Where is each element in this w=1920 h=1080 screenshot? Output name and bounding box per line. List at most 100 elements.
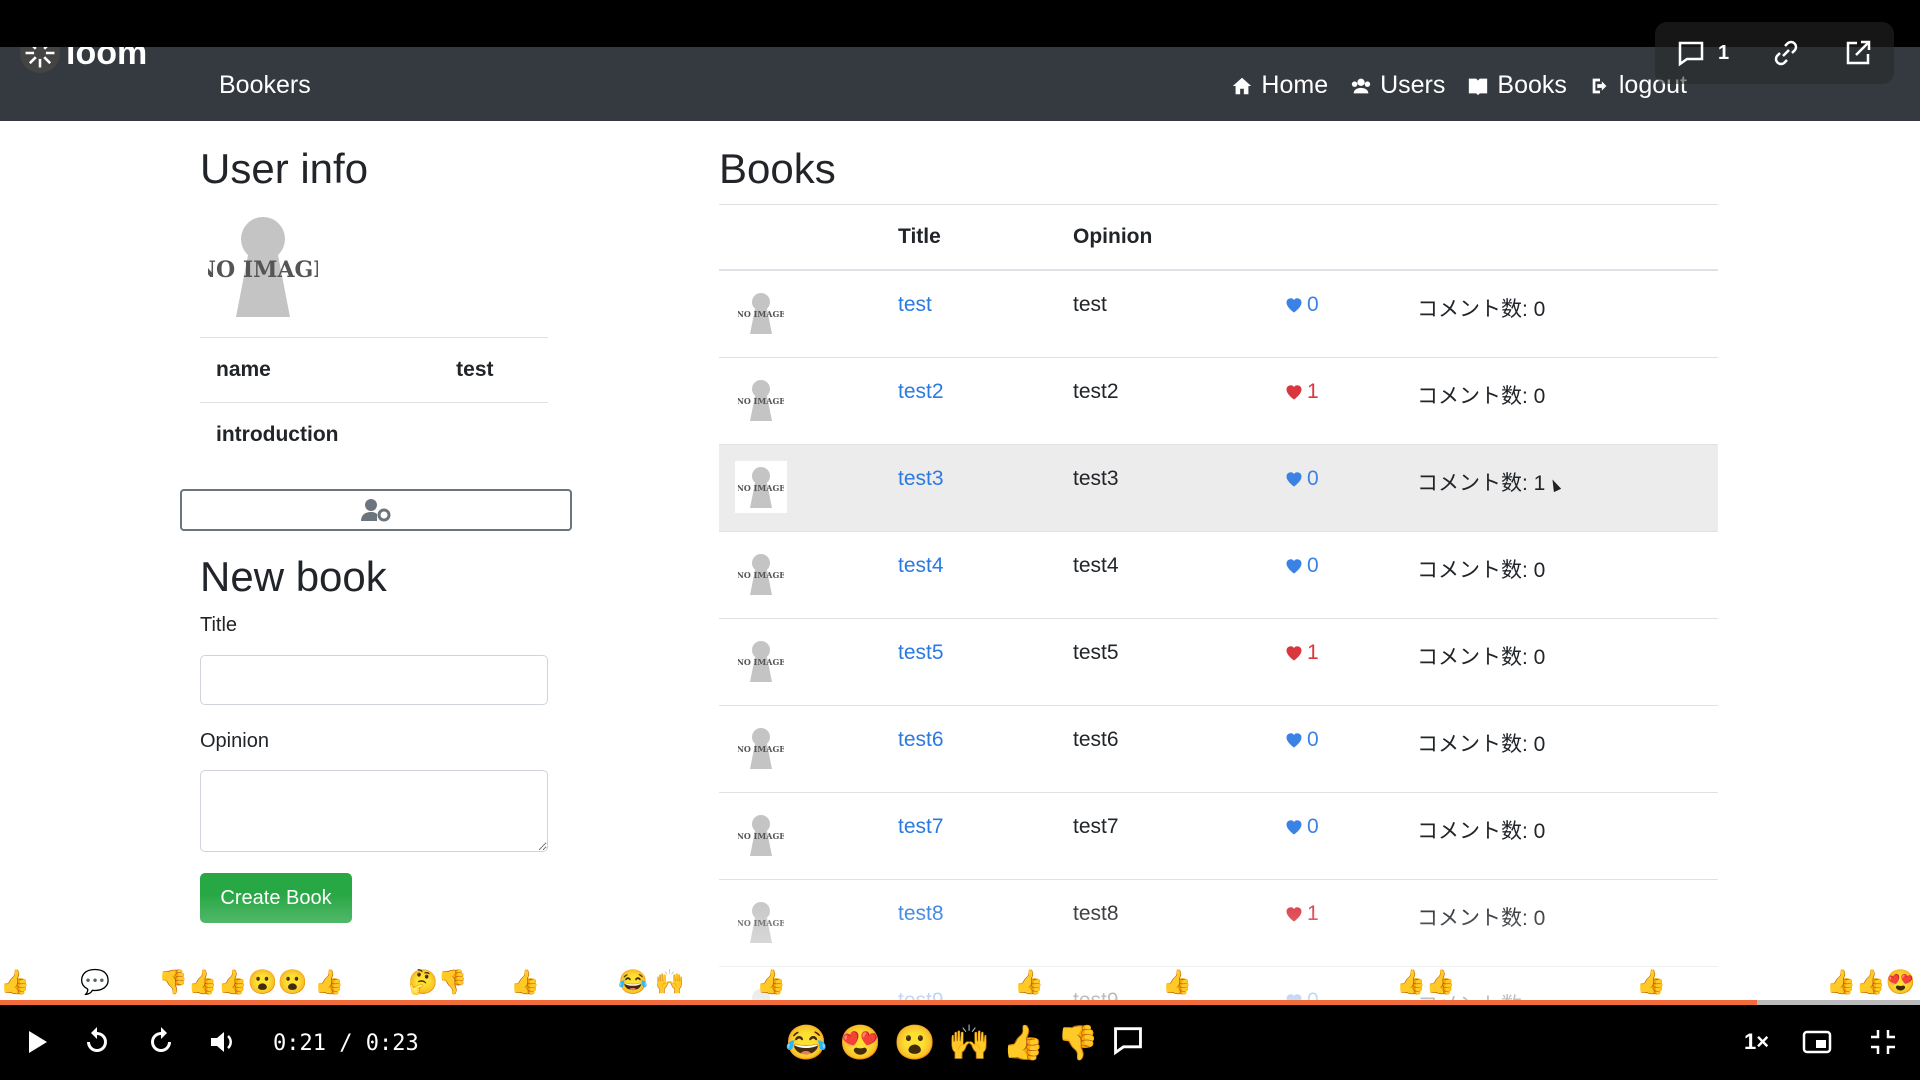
volume-button[interactable]: [208, 1027, 238, 1062]
nav-books[interactable]: Books: [1467, 71, 1567, 100]
comment-count-text: コメント数: 0: [1417, 733, 1546, 756]
heart-icon: [1286, 820, 1302, 835]
book-title-link[interactable]: test3: [898, 467, 944, 491]
nav-users-label: Users: [1380, 71, 1446, 99]
like-count: 1: [1307, 380, 1319, 403]
book-thumbnail[interactable]: NO IMAGE: [735, 461, 787, 513]
users-icon: [1351, 78, 1371, 93]
svg-text:NO IMAGE: NO IMAGE: [738, 570, 784, 580]
nav-users[interactable]: Users: [1350, 71, 1445, 100]
timeline-comment-marker[interactable]: 💬: [80, 968, 110, 997]
book-title-link[interactable]: test: [898, 293, 932, 317]
svg-text:NO IMAGE: NO IMAGE: [738, 831, 784, 841]
time-display: 0:21 / 0:23: [273, 1031, 419, 1056]
user-name-value: test: [440, 337, 548, 403]
book-thumbnail[interactable]: NO IMAGE: [735, 722, 787, 774]
book-title-input[interactable]: [200, 655, 548, 705]
book-opinion: test6: [1073, 728, 1119, 751]
reaction-thumbs-down[interactable]: 👎: [1057, 1023, 1099, 1063]
edit-user-button[interactable]: [180, 489, 572, 531]
header-title: Title: [898, 225, 941, 248]
book-opinion-textarea[interactable]: [200, 770, 548, 852]
book-title-link[interactable]: test4: [898, 554, 944, 578]
no-image-thumbnail: NO IMAGE: [738, 554, 784, 595]
book-title-link[interactable]: test7: [898, 815, 944, 839]
nav-home[interactable]: Home: [1231, 71, 1328, 100]
book-thumbnail[interactable]: NO IMAGE: [735, 287, 787, 339]
reaction-heart-eyes[interactable]: 😍: [839, 1023, 881, 1063]
forward-5-button[interactable]: [146, 1027, 176, 1062]
no-image-thumbnail: NO IMAGE: [738, 728, 784, 769]
nav-books-label: Books: [1497, 71, 1567, 99]
like-count: 0: [1307, 293, 1319, 316]
user-info-table: name test introduction: [200, 337, 548, 467]
like-button[interactable]: 1: [1283, 380, 1319, 404]
exit-fullscreen-button[interactable]: [1868, 1027, 1898, 1062]
like-button[interactable]: 0: [1283, 554, 1319, 578]
timeline-reaction: 🤔👎: [408, 969, 468, 996]
brand-link[interactable]: Bookers: [219, 71, 311, 100]
reaction-laugh[interactable]: 😂: [785, 1023, 827, 1063]
heart-icon: [1286, 646, 1302, 661]
reaction-raise-hands[interactable]: 🙌: [948, 1023, 990, 1063]
comments-button[interactable]: 1: [1676, 38, 1729, 68]
comment-count-text: コメント数: 0: [1417, 385, 1546, 408]
rewind-5-button[interactable]: [82, 1027, 112, 1062]
comment-count: 1: [1717, 41, 1730, 64]
svg-text:NO IMAGE: NO IMAGE: [738, 744, 784, 754]
like-count: 0: [1307, 467, 1319, 490]
reaction-bar: 😂 😍 😮 🙌 👍 👎: [785, 1023, 1145, 1063]
like-button[interactable]: 0: [1283, 728, 1319, 752]
book-row: NO IMAGE test5 test5 1 コメント数: 0: [719, 619, 1718, 706]
reaction-wow[interactable]: 😮: [894, 1023, 936, 1063]
player-top-actions: 1: [1655, 22, 1894, 84]
like-button[interactable]: 0: [1283, 467, 1319, 491]
book-opinion: test5: [1073, 641, 1119, 664]
book-title-link[interactable]: test5: [898, 641, 944, 665]
like-button[interactable]: 0: [1283, 293, 1319, 317]
comment-count-text: コメント数: 0: [1417, 820, 1546, 843]
play-icon: [29, 1031, 47, 1053]
book-opinion: test4: [1073, 554, 1119, 577]
playback-speed-button[interactable]: 1×: [1744, 1029, 1769, 1055]
no-image-thumbnail: NO IMAGE: [738, 293, 784, 334]
loom-logo: loom: [20, 47, 147, 73]
book-row: NO IMAGE test2 test2 1 コメント数: 0: [719, 358, 1718, 445]
book-row: NO IMAGE test4 test4 0 コメント数: 0: [719, 532, 1718, 619]
like-button[interactable]: 1: [1283, 641, 1319, 665]
open-external-icon[interactable]: [1843, 38, 1873, 68]
forward-5-icon: [151, 1027, 171, 1052]
book-row: NO IMAGE test6 test6 0 コメント数: 0: [719, 706, 1718, 793]
comment-count-text: コメント数: 0: [1417, 646, 1546, 669]
exit-fullscreen-icon: [1871, 1030, 1895, 1054]
book-thumbnail[interactable]: NO IMAGE: [735, 374, 787, 426]
mouse-cursor: [1548, 477, 1562, 493]
link-icon[interactable]: [1771, 38, 1801, 68]
nav-home-label: Home: [1261, 71, 1329, 99]
book-thumbnail[interactable]: NO IMAGE: [735, 548, 787, 600]
reaction-thumbs-up[interactable]: 👍: [1002, 1023, 1044, 1063]
no-image-placeholder: NO IMAGE: [208, 217, 318, 317]
no-image-thumbnail: NO IMAGE: [738, 467, 784, 508]
book-row: NO IMAGE test test 0 コメント数: 0: [719, 271, 1718, 358]
svg-text:NO IMAGE: NO IMAGE: [208, 257, 318, 283]
timeline-reaction: 👍: [1636, 969, 1666, 996]
picture-in-picture-button[interactable]: [1802, 1027, 1832, 1062]
user-name-label: name: [200, 337, 441, 403]
timeline-reaction: 👍👍😍: [1826, 969, 1916, 996]
like-button[interactable]: 0: [1283, 815, 1319, 839]
heart-icon: [1286, 733, 1302, 748]
book-title-link[interactable]: test6: [898, 728, 944, 752]
video-frame[interactable]: Bookers Home Users Books logout User inf…: [0, 47, 1920, 1034]
svg-text:NO IMAGE: NO IMAGE: [738, 483, 784, 493]
play-button[interactable]: [22, 1027, 52, 1062]
user-row-introduction: introduction: [200, 402, 548, 467]
no-image-thumbnail: NO IMAGE: [738, 380, 784, 421]
add-comment-icon[interactable]: [1111, 1023, 1145, 1057]
book-thumbnail[interactable]: NO IMAGE: [735, 635, 787, 687]
book-title-link[interactable]: test2: [898, 380, 944, 404]
comment-icon: [1678, 41, 1704, 67]
volume-icon: [211, 1032, 232, 1052]
books-heading: Books: [719, 145, 836, 192]
book-thumbnail[interactable]: NO IMAGE: [735, 809, 787, 861]
